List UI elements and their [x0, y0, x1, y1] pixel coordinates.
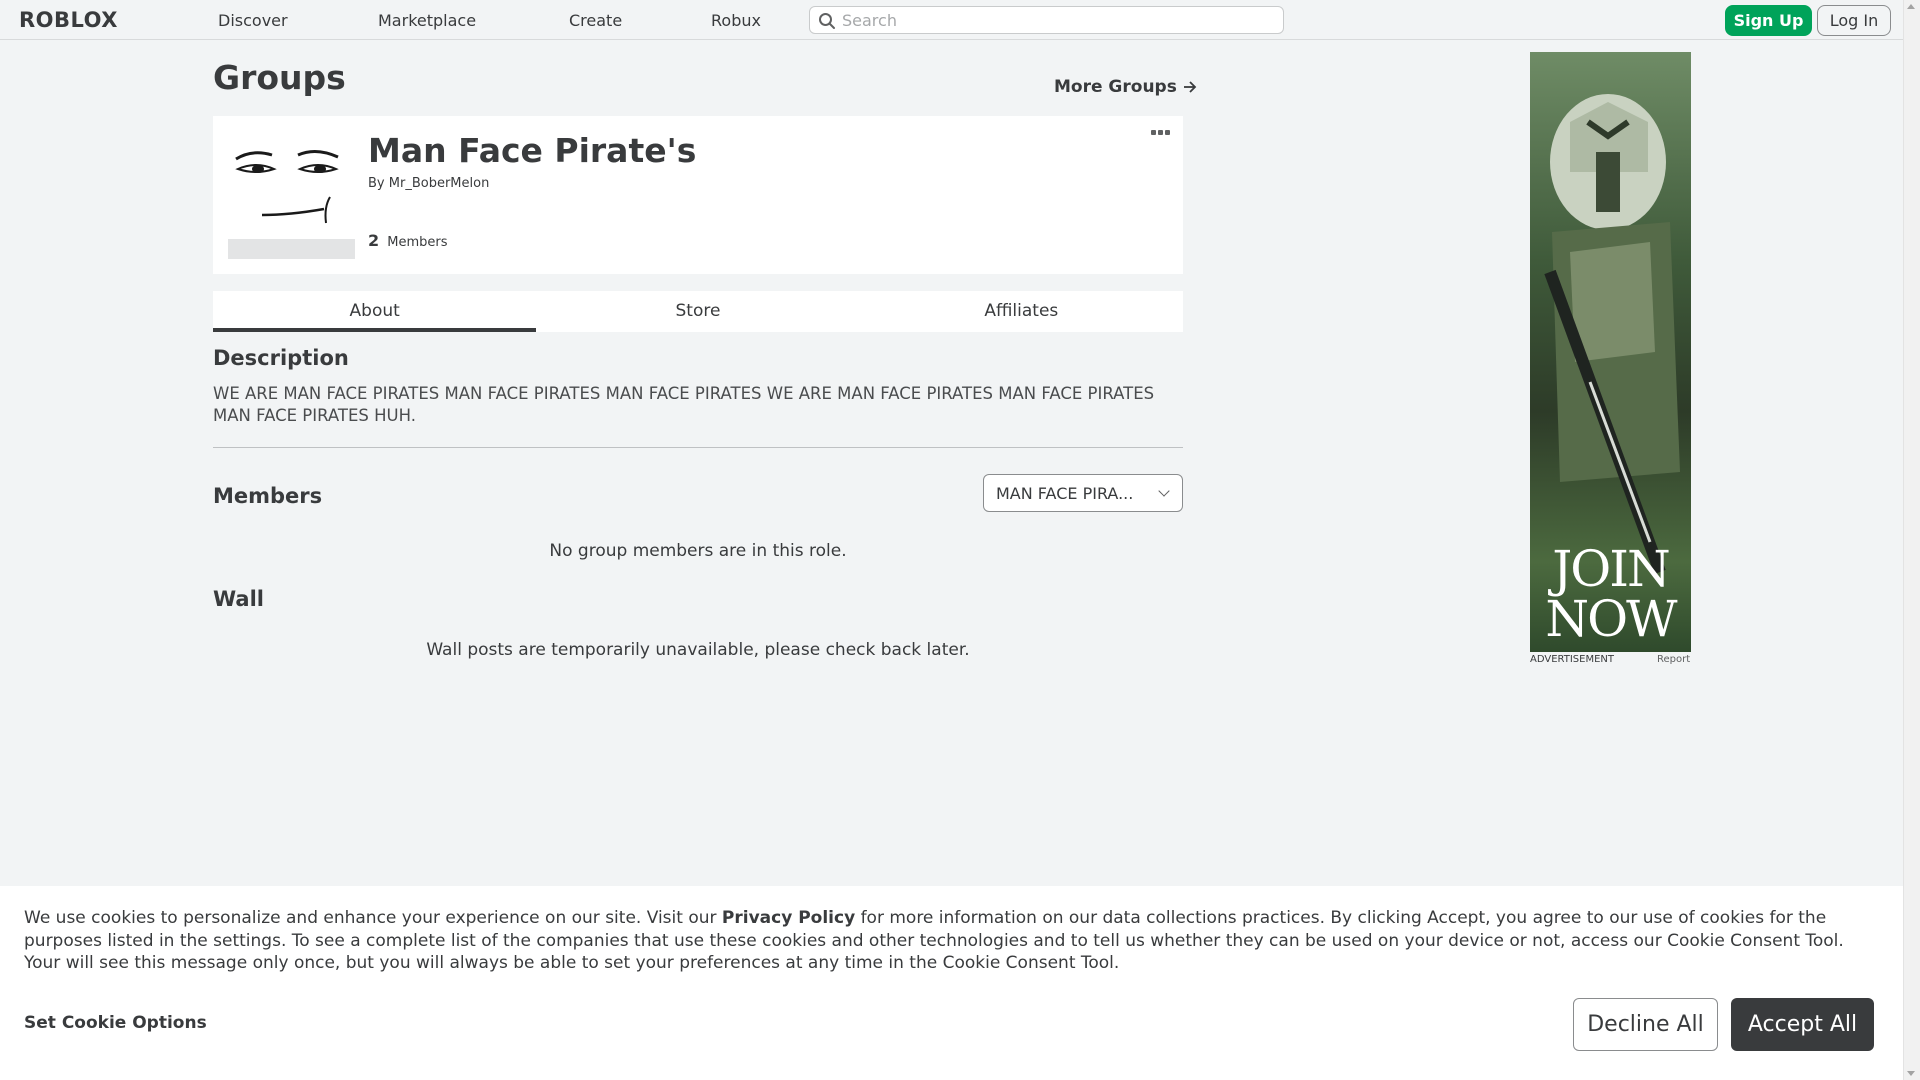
- tab-store[interactable]: Store: [536, 291, 859, 332]
- man-face-icon: [235, 150, 339, 224]
- page-title: Groups: [213, 58, 346, 97]
- ad-headline-line1: JOIN: [1552, 540, 1671, 598]
- group-tabs: About Store Affiliates: [213, 291, 1183, 332]
- wall-unavailable-message: Wall posts are temporarily unavailable, …: [426, 640, 970, 660]
- wall-heading: Wall: [213, 587, 264, 611]
- roblox-logo[interactable]: ROBLOX: [19, 8, 118, 32]
- group-owner-line: By Mr_BoberMelon: [368, 176, 489, 191]
- tab-about[interactable]: About: [213, 291, 537, 332]
- arrow-right-icon: [1183, 81, 1197, 93]
- role-dropdown-value: MAN FACE PIRA...: [996, 483, 1134, 503]
- group-name: Man Face Pirate's: [368, 131, 697, 170]
- accept-all-button[interactable]: Accept All: [1731, 998, 1874, 1051]
- nav-create[interactable]: Create: [569, 11, 622, 30]
- nav-robux[interactable]: Robux: [711, 11, 761, 30]
- advertisement-banner[interactable]: JOIN NOW: [1530, 52, 1691, 652]
- cookie-text-before: We use cookies to personalize and enhanc…: [24, 908, 722, 928]
- sign-up-button[interactable]: Sign Up: [1725, 5, 1812, 36]
- ad-report-link[interactable]: Report: [1657, 654, 1690, 665]
- decline-all-button[interactable]: Decline All: [1573, 998, 1718, 1051]
- search-icon: [819, 13, 835, 29]
- cookie-message: We use cookies to personalize and enhanc…: [24, 907, 1884, 975]
- member-count-label: Members: [387, 235, 448, 250]
- search-input[interactable]: [842, 10, 1272, 30]
- group-emblem: [228, 131, 355, 259]
- ad-headline: JOIN NOW: [1530, 544, 1691, 644]
- scroll-down-arrow-icon[interactable]: [1907, 1071, 1915, 1076]
- members-heading: Members: [213, 484, 323, 508]
- group-description: WE ARE MAN FACE PIRATES MAN FACE PIRATES…: [213, 384, 1155, 425]
- log-in-button[interactable]: Log In: [1817, 5, 1891, 36]
- by-label: By: [368, 176, 385, 191]
- top-nav: ROBLOX Discover Marketplace Create Robux…: [0, 0, 1903, 40]
- section-divider: [213, 447, 1183, 448]
- set-cookie-options-link[interactable]: Set Cookie Options: [24, 1013, 207, 1033]
- search-box[interactable]: [809, 6, 1284, 34]
- vertical-scrollbar[interactable]: [1903, 0, 1920, 1080]
- group-header-card: Man Face Pirate's By Mr_BoberMelon 2 Mem…: [213, 116, 1183, 274]
- emblem-shelf: [228, 239, 355, 259]
- cookie-banner: We use cookies to personalize and enhanc…: [0, 886, 1903, 1080]
- description-heading: Description: [213, 346, 349, 370]
- ad-headline-line2: NOW: [1545, 590, 1677, 648]
- role-dropdown[interactable]: MAN FACE PIRA...: [983, 474, 1183, 512]
- group-owner-link[interactable]: Mr_BoberMelon: [389, 176, 490, 191]
- more-groups-label: More Groups: [1054, 77, 1177, 97]
- nav-discover[interactable]: Discover: [218, 11, 288, 30]
- nav-marketplace[interactable]: Marketplace: [378, 11, 476, 30]
- advertisement-label: ADVERTISEMENT: [1530, 654, 1615, 665]
- more-options-icon[interactable]: [1151, 130, 1171, 138]
- chevron-down-icon: [1158, 485, 1170, 497]
- member-count: 2 Members: [368, 231, 448, 250]
- member-count-number: 2: [368, 231, 380, 250]
- more-groups-link[interactable]: More Groups: [1054, 77, 1197, 97]
- scroll-up-arrow-icon[interactable]: [1907, 4, 1915, 9]
- privacy-policy-link[interactable]: Privacy Policy: [722, 908, 855, 928]
- no-members-message: No group members are in this role.: [549, 541, 847, 561]
- tab-affiliates[interactable]: Affiliates: [860, 291, 1183, 332]
